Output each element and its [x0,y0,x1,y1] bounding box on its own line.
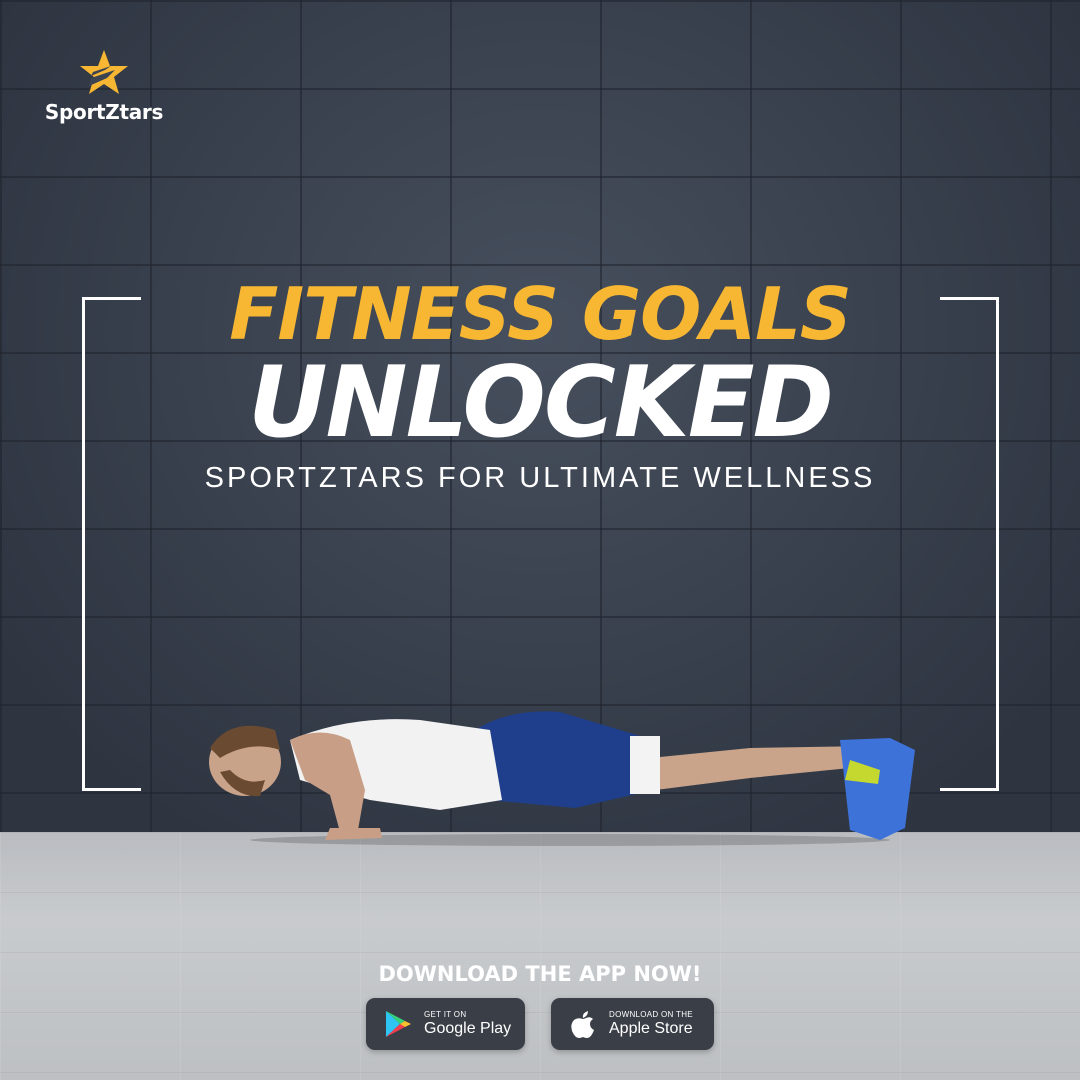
google-play-label: Google Play [424,1020,512,1037]
star-logo-icon [80,50,128,94]
google-play-small-label: GET IT ON [424,1010,467,1019]
apple-icon [565,1006,601,1042]
download-heading: DOWNLOAD THE APP NOW! [378,962,702,986]
apple-store-button[interactable]: DOWNLOAD ON THE Apple Store [551,998,714,1050]
athlete-pushup-illustration [209,711,915,846]
pavement [0,832,1080,1080]
tagline: SPORTZTARS FOR ULTIMATE WELLNESS [204,462,876,494]
google-play-icon [380,1006,416,1042]
apple-store-label: Apple Store [609,1020,693,1037]
apple-store-small-label: DOWNLOAD ON THE [609,1010,693,1019]
headline-unlocked: UNLOCKED [247,346,834,460]
headline-fitness-goals: FITNESS GOALS [229,272,852,356]
brand-logo: SportZtars [44,48,164,124]
google-play-button[interactable]: GET IT ON Google Play [366,998,525,1050]
background-photo [0,0,1080,1080]
brand-name: SportZtars [44,100,164,124]
